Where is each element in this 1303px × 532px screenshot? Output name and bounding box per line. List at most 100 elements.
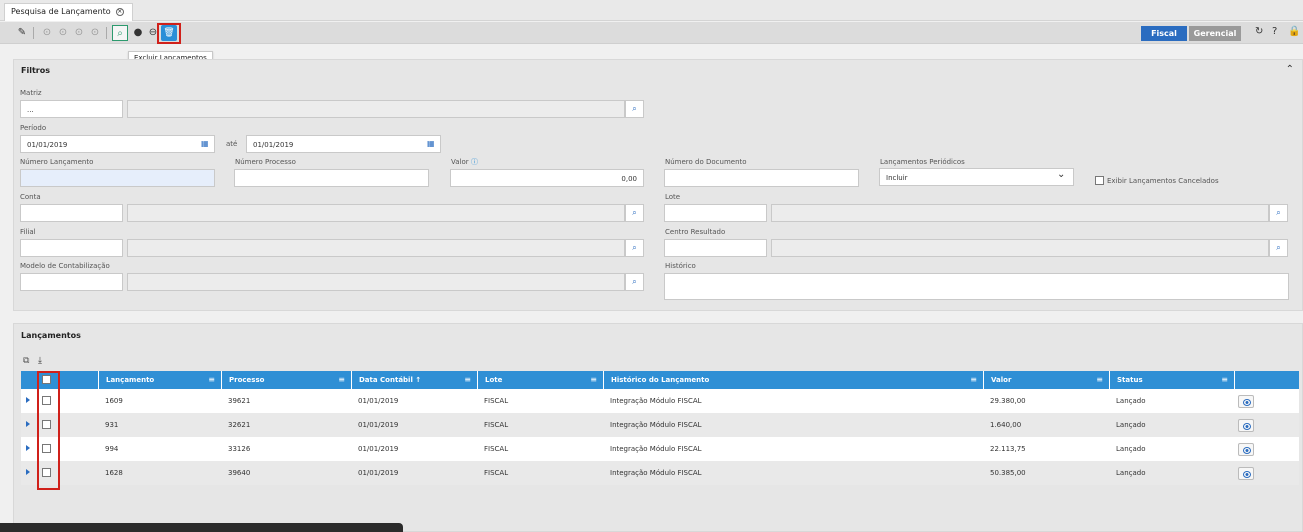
col-lote[interactable]: Lote ≡ — [477, 371, 603, 389]
lanc-periodicos-label: Lançamentos Periódicos — [880, 158, 965, 166]
matriz-search-icon[interactable]: ⌕ — [625, 100, 644, 118]
exibir-cancelados-checkbox[interactable] — [1095, 176, 1104, 185]
valor-input[interactable]: 0,00 — [450, 169, 644, 187]
conta-code-input[interactable] — [20, 204, 123, 222]
conta-name-input — [127, 204, 625, 222]
cell-lote: FISCAL — [484, 445, 509, 453]
bottom-bar — [0, 523, 403, 532]
filial-name-input — [127, 239, 625, 257]
col-historico[interactable]: Histórico do Lançamento ≡ — [603, 371, 983, 389]
conta-search-icon[interactable]: ⌕ — [625, 204, 644, 222]
mode-gerencial-button[interactable]: Gerencial — [1189, 26, 1241, 41]
periodo-label: Período — [20, 124, 47, 132]
cell-historico: Integração Módulo FISCAL — [610, 397, 702, 405]
cell-lancamento: 931 — [105, 421, 119, 429]
filial-code-input[interactable] — [20, 239, 123, 257]
filial-label: Filial — [20, 228, 36, 236]
col-data-contabil[interactable]: Data Contábil ↑ ≡ — [351, 371, 477, 389]
lote-search-icon[interactable]: ⌕ — [1269, 204, 1288, 222]
cell-lancamento: 1628 — [105, 469, 123, 477]
cell-historico: Integração Módulo FISCAL — [610, 469, 702, 477]
col-processo[interactable]: Processo ≡ — [221, 371, 351, 389]
cell-data: 01/01/2019 — [358, 397, 399, 405]
expand-caret-icon[interactable] — [26, 469, 30, 475]
expand-caret-icon[interactable] — [26, 445, 30, 451]
chevron-up-icon[interactable]: ⌃ — [1286, 64, 1294, 75]
historico-input[interactable] — [664, 273, 1289, 300]
chevron-down-icon[interactable]: ⌄ — [1057, 169, 1065, 180]
checkbox-column-highlight — [37, 371, 60, 490]
cell-data: 01/01/2019 — [358, 445, 399, 453]
eye-icon[interactable] — [1238, 419, 1254, 432]
calendar-icon[interactable]: ▦ — [201, 139, 209, 148]
cell-lote: FISCAL — [484, 469, 509, 477]
matriz-code-input[interactable]: ... — [20, 100, 123, 118]
first-icon[interactable]: ⊙ — [39, 25, 55, 41]
matriz-label: Matriz — [20, 89, 42, 97]
expand-caret-icon[interactable] — [26, 421, 30, 427]
cell-status: Lançado — [1116, 469, 1146, 477]
periodo-from-input[interactable]: 01/01/2019 — [20, 135, 215, 153]
num-documento-input[interactable] — [664, 169, 859, 187]
expand-caret-icon[interactable] — [26, 397, 30, 403]
column-menu-icon: ≡ — [970, 375, 977, 384]
close-circle-icon[interactable]: × — [115, 8, 124, 16]
next-icon[interactable]: ⊙ — [71, 25, 87, 41]
cell-processo: 39621 — [228, 397, 251, 405]
tab-pesquisa-lancamento[interactable]: Pesquisa de Lançamento × — [4, 3, 133, 21]
column-menu-icon: ≡ — [590, 375, 597, 384]
centro-code-input[interactable] — [664, 239, 767, 257]
num-documento-label: Número do Documento — [665, 158, 747, 166]
broom-icon[interactable]: ✎ — [14, 25, 30, 41]
num-processo-input[interactable] — [234, 169, 429, 187]
lock-icon[interactable]: 🔒 — [1288, 26, 1300, 37]
num-processo-label: Número Processo — [235, 158, 296, 166]
cell-status: Lançado — [1116, 445, 1146, 453]
table-row[interactable]: 994 33126 01/01/2019 FISCAL Integração M… — [21, 437, 1299, 461]
info-icon[interactable]: ⓘ — [471, 157, 478, 167]
lote-label: Lote — [665, 193, 681, 201]
conta-label: Conta — [20, 193, 41, 201]
cell-status: Lançado — [1116, 421, 1146, 429]
calendar-icon[interactable]: ▦ — [427, 139, 435, 148]
centro-search-icon[interactable]: ⌕ — [1269, 239, 1288, 257]
table-row[interactable]: 1609 39621 01/01/2019 FISCAL Integração … — [21, 389, 1299, 413]
trash-highlight — [157, 23, 181, 44]
help-icon[interactable]: ? — [1272, 26, 1277, 37]
refresh-icon[interactable]: ↻ — [1255, 26, 1263, 37]
search-icon[interactable]: ⌕ — [112, 25, 128, 41]
modelo-label: Modelo de Contabilização — [20, 262, 110, 270]
prev-icon[interactable]: ⊙ — [55, 25, 71, 41]
mode-fiscal-button[interactable]: Fiscal — [1141, 26, 1187, 41]
modelo-code-input[interactable] — [20, 273, 123, 291]
cell-processo: 32621 — [228, 421, 251, 429]
num-lancamento-input[interactable] — [20, 169, 215, 187]
tab-bar: Pesquisa de Lançamento × — [0, 0, 1303, 21]
cell-valor: 50.385,00 — [990, 469, 1026, 477]
eye-icon[interactable] — [1238, 467, 1254, 480]
tab-title: Pesquisa de Lançamento — [11, 7, 111, 16]
cell-valor: 1.640,00 — [990, 421, 1022, 429]
last-icon[interactable]: ⊙ — [87, 25, 103, 41]
num-lancamento-label: Número Lançamento — [20, 158, 94, 166]
lanc-periodicos-select[interactable]: Incluir — [879, 168, 1074, 186]
lote-code-input[interactable] — [664, 204, 767, 222]
filters-title: Filtros — [21, 66, 50, 75]
eye-icon[interactable] — [1238, 443, 1254, 456]
cell-processo: 33126 — [228, 445, 251, 453]
periodo-to-input[interactable]: 01/01/2019 — [246, 135, 441, 153]
col-lancamento[interactable]: Lançamento ≡ — [98, 371, 221, 389]
column-menu-icon: ≡ — [1221, 375, 1228, 384]
periodo-sep: até — [226, 140, 238, 148]
grid-header: Lançamento ≡ Processo ≡ Data Contábil ↑ ≡ L… — [21, 371, 1299, 389]
modelo-search-icon[interactable]: ⌕ — [625, 273, 644, 291]
eye-icon[interactable] — [1238, 395, 1254, 408]
table-row[interactable]: 1628 39640 01/01/2019 FISCAL Integração … — [21, 461, 1299, 485]
add-icon[interactable]: ● — [130, 25, 146, 41]
filial-search-icon[interactable]: ⌕ — [625, 239, 644, 257]
export-icon[interactable]: ⤓ — [38, 356, 42, 366]
col-valor[interactable]: Valor ≡ — [983, 371, 1109, 389]
table-row[interactable]: 931 32621 01/01/2019 FISCAL Integração M… — [21, 413, 1299, 437]
copy-icon[interactable]: ⧉ — [23, 356, 29, 366]
col-status[interactable]: Status ≡ — [1109, 371, 1234, 389]
